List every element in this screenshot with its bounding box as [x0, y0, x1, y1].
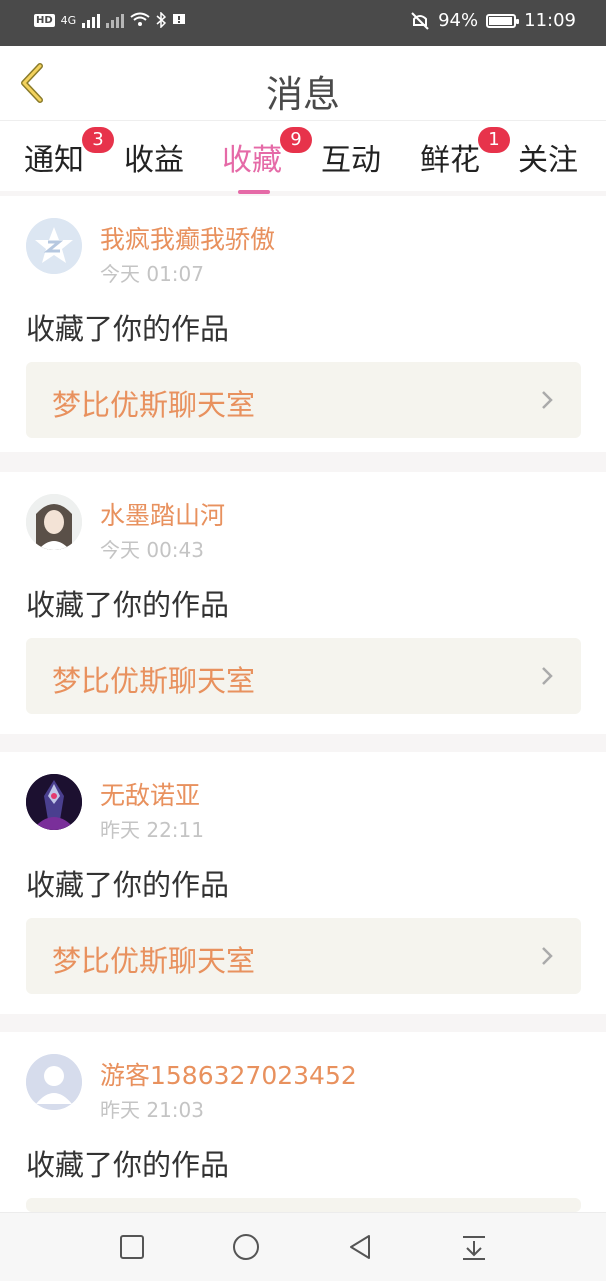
- tab-interactions[interactable]: 互动: [321, 135, 381, 179]
- battery-fill: [489, 16, 512, 25]
- page-title: 消息: [266, 73, 340, 116]
- work-title: 梦比优斯聊天室: [52, 388, 256, 422]
- timestamp: 昨天 22:11: [100, 818, 204, 842]
- username[interactable]: 游客1586327023452: [100, 1056, 357, 1092]
- notification-icon: [173, 14, 186, 24]
- tab-flowers[interactable]: 鲜花 1: [420, 127, 510, 179]
- signal-icon: [106, 12, 125, 28]
- default-avatar-icon: [26, 1054, 82, 1110]
- work-link[interactable]: 梦比优斯聊天室: [26, 362, 581, 438]
- tab-label: 互动: [321, 143, 381, 178]
- unread-badge: 9: [280, 127, 312, 153]
- hd-badge: HD: [34, 13, 55, 27]
- unread-badge: 3: [82, 127, 114, 153]
- user-photo-icon: [26, 494, 82, 550]
- username[interactable]: 我疯我癫我骄傲: [100, 220, 275, 256]
- status-right: 94% 11:09: [410, 10, 576, 31]
- tab-bar: 通知 3 收益 收藏 9 互动 鲜花 1 关注: [0, 121, 606, 194]
- battery-icon: [486, 13, 520, 28]
- tab-label: 收益: [124, 143, 184, 178]
- chevron-right-icon: [542, 667, 553, 685]
- work-link[interactable]: 梦比优斯聊天室: [26, 638, 581, 714]
- tab-earnings[interactable]: 收益: [124, 135, 184, 179]
- tab-label: 鲜花: [420, 143, 480, 178]
- chevron-right-icon: [542, 947, 553, 965]
- avatar[interactable]: [26, 494, 82, 550]
- tab-favorites[interactable]: 收藏 9: [222, 127, 312, 194]
- avatar[interactable]: [26, 1054, 82, 1110]
- user-photo-icon: [26, 774, 82, 830]
- timestamp: 今天 00:43: [100, 538, 204, 562]
- unread-badge: 1: [478, 127, 510, 153]
- header: 消息: [0, 46, 606, 121]
- chevron-right-icon: [542, 391, 553, 409]
- tab-label: 通知: [24, 143, 84, 178]
- tab-following[interactable]: 关注: [518, 135, 578, 179]
- work-title: 梦比优斯聊天室: [52, 944, 256, 978]
- timestamp: 今天 01:07: [100, 262, 204, 286]
- tab-label: 关注: [518, 143, 578, 178]
- signal-icon: [82, 12, 101, 28]
- status-left: HD 4G: [34, 12, 186, 28]
- network-type: 4G: [60, 13, 77, 27]
- message-card: 游客1586327023452 昨天 21:03 收藏了你的作品: [0, 1032, 606, 1212]
- work-link[interactable]: 梦比优斯聊天室: [26, 918, 581, 994]
- clock: 11:09: [524, 10, 576, 31]
- message-card: 我疯我癫我骄傲 今天 01:07 收藏了你的作品 梦比优斯聊天室: [0, 196, 606, 452]
- tab-notifications[interactable]: 通知 3: [24, 127, 114, 179]
- bluetooth-icon: [156, 12, 167, 28]
- action-text: 收藏了你的作品: [26, 588, 230, 622]
- username[interactable]: 无敌诺亚: [100, 776, 200, 812]
- square-icon[interactable]: [116, 1231, 148, 1263]
- action-text: 收藏了你的作品: [26, 1148, 230, 1182]
- status-bar: HD 4G 94% 11:09: [0, 0, 606, 46]
- username[interactable]: 水墨踏山河: [100, 496, 225, 532]
- avatar[interactable]: [26, 218, 82, 274]
- tab-label: 收藏: [222, 143, 282, 178]
- avatar[interactable]: [26, 774, 82, 830]
- active-tab-indicator: [238, 190, 270, 194]
- circle-icon[interactable]: [230, 1231, 262, 1263]
- wifi-icon: [130, 12, 150, 26]
- qzone-star-icon: [26, 218, 82, 274]
- system-nav-bar: [0, 1212, 606, 1281]
- action-text: 收藏了你的作品: [26, 312, 230, 346]
- mute-icon: [411, 11, 429, 30]
- timestamp: 昨天 21:03: [100, 1098, 204, 1122]
- message-card: 水墨踏山河 今天 00:43 收藏了你的作品 梦比优斯聊天室: [0, 472, 606, 734]
- work-title: 梦比优斯聊天室: [52, 664, 256, 698]
- triangle-back-icon[interactable]: [344, 1231, 376, 1263]
- work-link[interactable]: [26, 1198, 581, 1212]
- message-card: 无敌诺亚 昨天 22:11 收藏了你的作品 梦比优斯聊天室: [0, 752, 606, 1014]
- action-text: 收藏了你的作品: [26, 868, 230, 902]
- collapse-icon[interactable]: [458, 1231, 490, 1263]
- battery-percent: 94%: [438, 10, 479, 31]
